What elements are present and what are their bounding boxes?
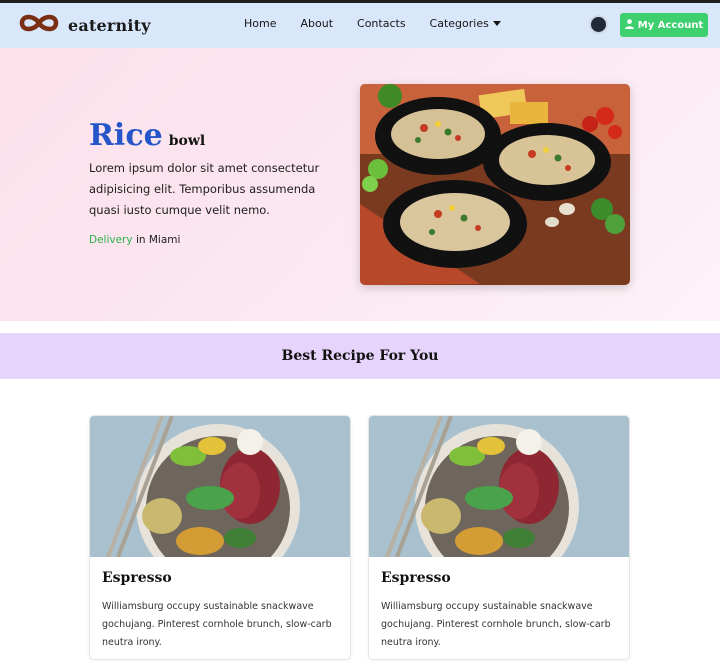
my-account-label: My Account xyxy=(637,19,704,31)
user-icon xyxy=(624,18,638,32)
hero-title-sub: bowl xyxy=(168,133,206,149)
hero-section: Rice bowl Lorem ipsum dolor sit amet con… xyxy=(0,48,720,321)
delivery-location: in Miami xyxy=(135,234,181,246)
best-recipe-header: Best Recipe For You xyxy=(0,333,720,379)
recipe-card-image xyxy=(90,416,350,588)
avatar[interactable] xyxy=(589,15,608,34)
infinity-icon xyxy=(16,11,62,39)
recipe-card-image xyxy=(369,416,629,588)
nav-about-link[interactable]: About xyxy=(300,17,333,30)
recipe-card-text: Williamsburg occupy sustainable snackwav… xyxy=(102,601,332,648)
section-title: Best Recipe For You xyxy=(281,348,439,364)
hero-title-main: Rice xyxy=(89,118,163,153)
nav-home-link[interactable]: Home xyxy=(244,17,276,30)
brand-name: eaternity xyxy=(68,15,151,35)
hero-title: Rice bowl xyxy=(89,118,205,153)
recipe-card[interactable]: Espresso Williamsburg occupy sustainable… xyxy=(368,415,630,660)
recipe-card-text: Williamsburg occupy sustainable snackwav… xyxy=(381,601,611,648)
recipe-card[interactable]: Espresso Williamsburg occupy sustainable… xyxy=(89,415,351,660)
navbar: eaternity Home About Contacts Categories… xyxy=(0,3,720,48)
delivery-info: Delivery in Miami xyxy=(89,234,180,246)
my-account-button[interactable]: My Account xyxy=(620,13,708,37)
hero-food-image xyxy=(360,84,630,285)
caret-down-icon xyxy=(492,21,501,26)
recipe-card-title: Espresso xyxy=(102,570,172,586)
nav-contacts-link[interactable]: Contacts xyxy=(357,17,406,30)
categories-dropdown[interactable]: Categories xyxy=(430,17,501,30)
nav-links: Home About Contacts Categories xyxy=(244,17,525,30)
brand-logo[interactable]: eaternity xyxy=(16,11,151,39)
hero-description: Lorem ipsum dolor sit amet consectetur a… xyxy=(89,161,320,217)
delivery-label: Delivery xyxy=(89,234,133,246)
recipe-card-title: Espresso xyxy=(381,570,451,586)
categories-label: Categories xyxy=(429,17,489,30)
